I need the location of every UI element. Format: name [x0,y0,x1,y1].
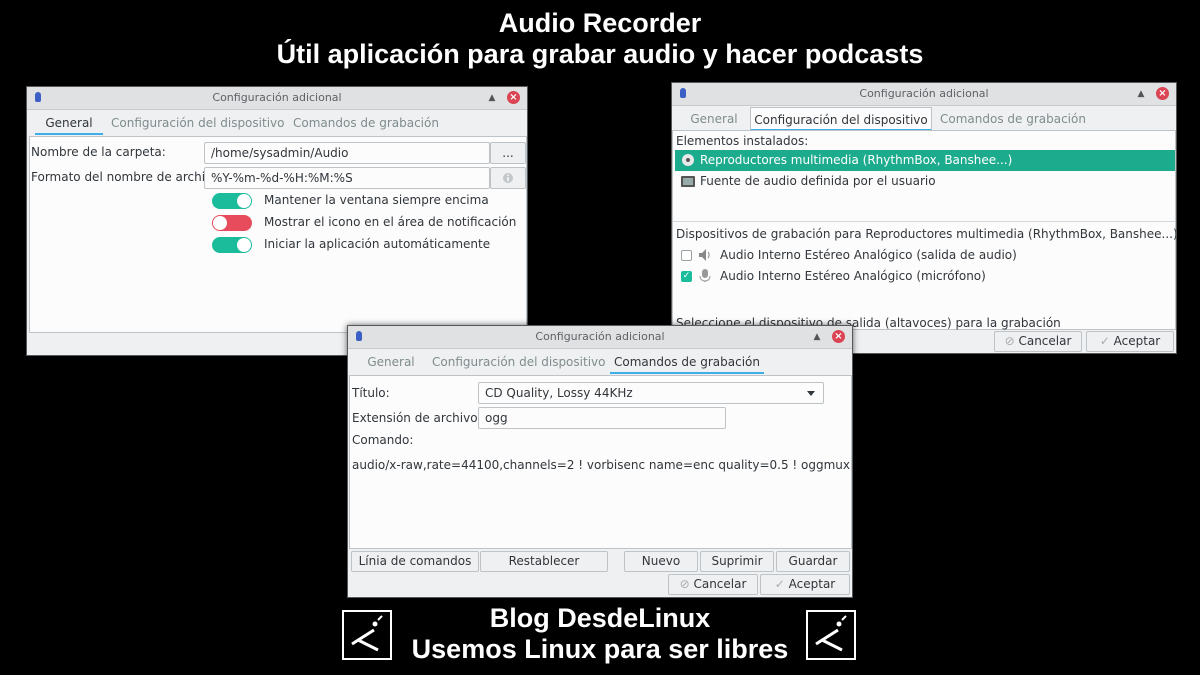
dialog-device: Configuración adicional ▲ × General Conf… [671,82,1177,354]
tab-general[interactable]: General [682,107,746,131]
tab-bar: General Configuración del dispositivo Co… [672,107,1176,131]
audio-source-icon [681,176,695,187]
cancel-icon: ⊘ [1004,334,1015,348]
minimize-icon[interactable]: ▲ [485,91,499,105]
delete-button[interactable]: Suprimir [700,551,774,572]
tab-device[interactable]: Configuración del dispositivo [432,350,605,374]
minimize-icon[interactable]: ▲ [810,330,824,344]
cancel-button[interactable]: ⊘ Cancelar [994,331,1082,352]
close-icon[interactable]: × [1156,87,1169,100]
footer-title: Blog DesdeLinux [489,603,711,633]
titlebar: Configuración adicional ▲ × [348,326,852,349]
reset-button[interactable]: Restablecer [480,551,608,572]
footer-subtitle: Usemos Linux para ser libres [411,634,789,664]
title-select[interactable]: CD Quality, Lossy 44KHz [478,382,824,404]
save-button[interactable]: Guardar [776,551,850,572]
close-icon[interactable]: × [507,91,520,104]
format-label: Formato del nombre de archivo: [31,170,224,184]
device-checkbox-mic[interactable]: ✓ [681,271,692,282]
cancel-button[interactable]: ⊘ Cancelar [668,574,758,595]
check-icon: ✓ [1099,334,1110,348]
divider [673,221,1175,222]
cancel-label: Cancelar [1018,334,1072,348]
accept-label: Aceptar [788,577,836,591]
device-label: Audio Interno Estéreo Analógico (micrófo… [720,269,986,283]
titlebar: Configuración adicional ▲ × [672,83,1176,106]
toggle-label: Mantener la ventana siempre encima [264,193,489,207]
titlebar: Configuración adicional ▲ × [27,87,527,110]
tab-commands[interactable]: Comandos de grabación [940,107,1086,131]
toggle-label: Mostrar el icono en el área de notificac… [264,215,517,229]
window-title: Configuración adicional [859,87,989,100]
info-button[interactable] [490,167,526,189]
devices-label: Dispositivos de grabación para Reproduct… [676,227,1177,241]
dialog-commands: Configuración adicional ▲ × General Conf… [347,325,853,598]
folder-input[interactable]: /home/sysadmin/Audio [204,142,490,164]
tab-device[interactable]: Configuración del dispositivo [750,107,932,131]
banner-subtitle: Útil aplicación para grabar audio y hace… [276,39,924,69]
ext-label: Extensión de archivo: [352,411,482,425]
new-button[interactable]: Nuevo [624,551,698,572]
device-panel: Elementos instalados: Reproductores mult… [672,130,1176,330]
folder-label: Nombre de la carpeta: [31,145,166,159]
browse-button[interactable]: ... [490,142,526,164]
format-input[interactable]: %Y-%m-%d-%H:%M:%S [204,167,490,189]
list-item[interactable]: Fuente de audio definida por el usuario [675,171,1175,192]
command-line-button[interactable]: Línia de comandos [351,551,479,572]
accept-button[interactable]: ✓ Aceptar [760,574,850,595]
tab-general[interactable]: General [360,350,422,374]
list-item-selected[interactable]: Reproductores multimedia (RhythmBox, Ban… [675,150,1175,171]
cancel-label: Cancelar [693,577,747,591]
title-label: Título: [352,386,390,400]
close-icon[interactable]: × [832,330,845,343]
tab-general[interactable]: General [35,111,103,135]
ext-input[interactable]: ogg [478,407,726,429]
command-textarea[interactable]: audio/x-raw,rate=44100,channels=2 ! vorb… [352,458,850,472]
bottom-banner: Blog DesdeLinux Usemos Linux para ser li… [0,603,1200,665]
tab-bar: General Configuración del dispositivo Co… [348,350,852,374]
window-title: Configuración adicional [535,330,665,343]
banner-title: Audio Recorder [498,8,702,38]
chevron-down-icon [807,391,815,396]
toggle-label: Iniciar la aplicación automáticamente [264,237,491,251]
toggle-tray-icon[interactable] [212,215,252,231]
installed-label: Elementos instalados: [676,134,809,148]
cancel-icon: ⊘ [679,577,690,591]
toggle-autostart[interactable] [212,237,252,253]
tab-commands[interactable]: Comandos de grabación [610,350,764,374]
info-icon [503,173,513,183]
speaker-icon [699,249,710,261]
top-banner: Audio Recorder Útil aplicación para grab… [0,8,1200,70]
window-title: Configuración adicional [212,91,342,104]
microphone-icon [699,269,711,282]
list-item-label: Fuente de audio definida por el usuario [700,174,936,188]
list-item-label: Reproductores multimedia (RhythmBox, Ban… [700,153,1013,167]
tab-device[interactable]: Configuración del dispositivo [111,111,284,135]
tab-commands[interactable]: Comandos de grabación [293,111,439,135]
tab-bar: General Configuración del dispositivo Co… [27,111,527,135]
device-label: Audio Interno Estéreo Analógico (salida … [720,248,1017,262]
accept-label: Aceptar [1113,334,1161,348]
accept-button[interactable]: ✓ Aceptar [1086,331,1174,352]
command-label: Comando: [352,433,414,447]
minimize-icon[interactable]: ▲ [1134,87,1148,101]
media-player-icon [682,154,694,166]
dialog-general: Configuración adicional ▲ × General Conf… [26,86,528,356]
toggle-always-on-top[interactable] [212,193,252,209]
check-icon: ✓ [774,577,785,591]
general-panel: Nombre de la carpeta: /home/sysadmin/Aud… [29,136,527,333]
commands-panel: Título: CD Quality, Lossy 44KHz Extensió… [349,375,852,549]
title-select-value: CD Quality, Lossy 44KHz [485,386,633,400]
device-checkbox-output[interactable] [681,250,692,261]
